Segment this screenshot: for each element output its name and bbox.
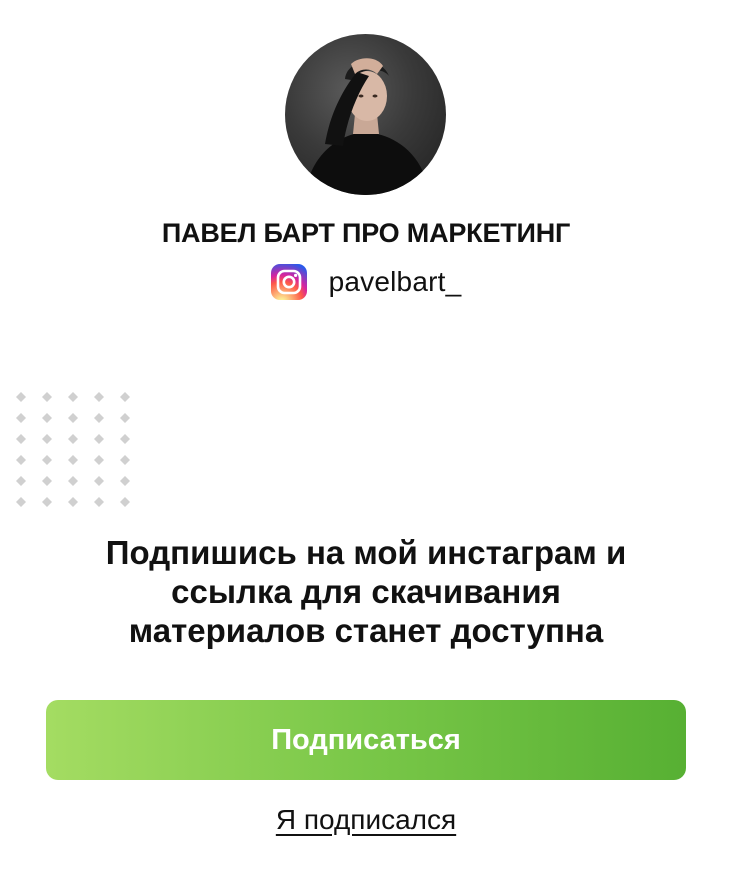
decorative-dots-pattern [16, 392, 130, 507]
decor-dot [16, 455, 26, 465]
decor-dot [16, 413, 26, 423]
instagram-handle-row[interactable]: pavelbart_ [0, 262, 732, 302]
decor-dot [68, 434, 78, 444]
decor-dot [16, 392, 26, 402]
decor-dot [94, 497, 104, 507]
headline: Подпишись на мой инстаграм и ссылка для … [20, 533, 712, 650]
subscribed-link-container: Я подписался [0, 804, 732, 836]
decor-dot [16, 434, 26, 444]
decor-dot [42, 497, 52, 507]
decor-dot [42, 392, 52, 402]
decor-dot [16, 497, 26, 507]
decor-dot [120, 434, 130, 444]
decor-dot [68, 413, 78, 423]
profile-name: ПАВЕЛ БАРТ ПРО МАРКЕТИНГ [161, 218, 571, 248]
instagram-icon [270, 264, 307, 300]
decor-dot [94, 392, 104, 402]
subscribed-link[interactable]: Я подписался [276, 804, 456, 835]
headline-line: материалов станет доступна [128, 612, 604, 649]
decor-dot [94, 476, 104, 486]
decor-dot [42, 434, 52, 444]
decor-dot [16, 476, 26, 486]
decor-dot [68, 476, 78, 486]
decor-dot [120, 497, 130, 507]
avatar-photo [305, 58, 430, 195]
decor-dot [120, 455, 130, 465]
subscribe-button[interactable]: Подписаться [46, 700, 686, 780]
decor-dot [68, 455, 78, 465]
decor-dot [42, 413, 52, 423]
decor-dot [120, 476, 130, 486]
avatar [285, 34, 446, 195]
decor-dot [94, 413, 104, 423]
decor-dot [42, 476, 52, 486]
decor-dot [94, 434, 104, 444]
decor-dot [94, 455, 104, 465]
decor-dot [120, 392, 130, 402]
instagram-handle: pavelbart_ [328, 266, 462, 297]
decor-dot [42, 455, 52, 465]
decor-dot [120, 413, 130, 423]
decor-dot [68, 392, 78, 402]
decor-dot [68, 497, 78, 507]
headline-line: ссылка для скачивания [171, 573, 561, 610]
headline-line: Подпишись на мой инстаграм и [105, 534, 627, 571]
